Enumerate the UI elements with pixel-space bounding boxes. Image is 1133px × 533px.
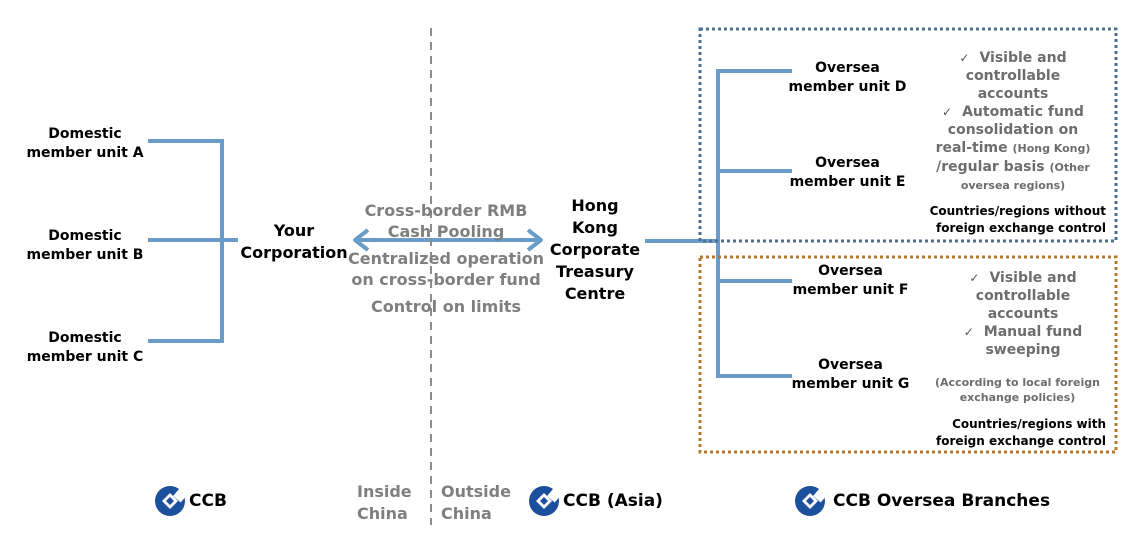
check-icon: ✓ (959, 51, 970, 65)
hk-line3: Corporate (549, 240, 641, 259)
oversea-unit-f-line2: member unit F (792, 282, 909, 298)
domestic-unit-c: Domestic member unit C (20, 329, 150, 367)
feature-text-regular: /regular basis (Other (918, 158, 1108, 177)
region-line2: foreign exchange control (936, 434, 1106, 448)
ccb-oversea-logo-icon (795, 486, 826, 516)
region-line1: Countries/regions with (952, 417, 1106, 431)
fx-control-label: Countries/regions with foreign exchange … (880, 416, 1106, 450)
inside-china-label: Inside China (357, 481, 412, 525)
zone-line1: Outside (441, 482, 511, 501)
zone-line2: China (357, 504, 408, 523)
feature-note: (Hong Kong) (1012, 142, 1091, 155)
feature-auto-consolidation: ✓ Automatic fund (918, 103, 1108, 121)
domestic-unit-a-line1: Domestic (48, 126, 122, 142)
domestic-unit-a: Domestic member unit A (20, 125, 150, 163)
note-line2: exchange policies) (959, 391, 1076, 404)
feature-text: accounts (987, 306, 1059, 322)
feature-text: Manual fund (983, 324, 1083, 340)
feature-text: consolidation on (947, 122, 1079, 138)
feature-text: real-time (935, 140, 1008, 156)
oversea-unit-f-line1: Oversea (818, 263, 883, 279)
region-line2: foreign exchange control (936, 221, 1106, 235)
ccb-asia-logo-icon (529, 486, 560, 516)
feature-text: accounts (977, 86, 1049, 102)
ccb-logo-icon (155, 486, 186, 516)
oversea-unit-f: Oversea member unit F (783, 262, 918, 300)
feature-text: /regular basis (936, 159, 1045, 175)
hk-line5: Centre (564, 284, 626, 303)
feature-visible-accounts: ✓ Visible and (918, 49, 1108, 67)
check-icon: ✓ (942, 105, 953, 119)
feature-text: controllable (975, 288, 1071, 304)
oversea-unit-g: Oversea member unit G (783, 356, 918, 394)
ccb-asia-logo-text: CCB (Asia) (563, 491, 663, 511)
centralized-operation: Centralized operation on cross-border fu… (345, 248, 547, 290)
feature-text-realtime: real-time (Hong Kong) (918, 139, 1108, 158)
oversea-unit-g-line2: member unit G (791, 376, 910, 392)
note-line1: (According to local foreign (935, 376, 1100, 389)
no-fx-control-label: Countries/regions without foreign exchan… (880, 203, 1106, 237)
domestic-unit-c-line2: member unit C (26, 349, 144, 365)
check-icon: ✓ (969, 271, 980, 285)
feature-text: Visible and (989, 270, 1077, 286)
cross-border-line1: Cross-border RMB (364, 201, 528, 220)
oversea-unit-e-line1: Oversea (815, 155, 880, 171)
your-corporation: Your Corporation (238, 220, 350, 264)
hk-corporate-treasury-centre: Hong Kong Corporate Treasury Centre (542, 195, 648, 305)
feature-text: Visible and (979, 50, 1067, 66)
hk-line1: Hong (571, 196, 619, 215)
feature-text: controllable (965, 68, 1061, 84)
centralized-line1: Centralized operation (348, 249, 544, 268)
control-on-limits: Control on limits (371, 297, 521, 316)
hk-line2: Kong (572, 218, 618, 237)
feature-visible-accounts: ✓ Visible and (928, 269, 1118, 287)
fx-control-features: ✓ Visible and controllable accounts ✓ Manu… (928, 269, 1118, 359)
ccb-asia-logo: CCB (Asia) (528, 485, 663, 517)
cross-border-line2: Cash Pooling (387, 222, 505, 241)
zone-line1: Inside (357, 482, 412, 501)
oversea-unit-d-line1: Oversea (815, 60, 880, 76)
oversea-unit-d: Oversea member unit D (780, 59, 915, 97)
feature-note: oversea regions) (960, 179, 1066, 192)
check-icon: ✓ (963, 325, 974, 339)
oversea-unit-e: Oversea member unit E (780, 154, 915, 192)
zone-line2: China (441, 504, 492, 523)
ccb-oversea-logo: CCB Oversea Branches (794, 485, 1050, 517)
domestic-unit-c-line1: Domestic (48, 330, 122, 346)
domestic-unit-b-line2: member unit B (26, 247, 144, 263)
fx-policy-note: (According to local foreign exchange pol… (925, 375, 1110, 405)
feature-text: Automatic fund (962, 104, 1084, 120)
outside-china-label: Outside China (441, 481, 511, 525)
feature-text: sweeping (985, 342, 1061, 358)
ccb-logo-text: CCB (189, 491, 227, 511)
your-corporation-line2: Corporation (240, 243, 348, 262)
your-corporation-line1: Your (273, 221, 315, 240)
oversea-unit-g-line1: Oversea (818, 357, 883, 373)
no-fx-control-features: ✓ Visible and controllable accounts ✓ Auto… (918, 49, 1108, 195)
domestic-unit-b-line1: Domestic (48, 228, 122, 244)
centralized-line2: on cross-border fund (351, 270, 541, 289)
feature-manual-sweeping: ✓ Manual fund (928, 323, 1118, 341)
hk-line4: Treasury (556, 262, 634, 281)
domestic-unit-b: Domestic member unit B (20, 227, 150, 265)
domestic-unit-a-line2: member unit A (26, 145, 144, 161)
oversea-unit-e-line2: member unit E (789, 174, 906, 190)
oversea-unit-d-line2: member unit D (788, 79, 907, 95)
ccb-oversea-logo-text: CCB Oversea Branches (833, 491, 1051, 511)
cross-border-cash-pooling: Cross-border RMB Cash Pooling (345, 200, 547, 242)
feature-note: (Other (1049, 161, 1090, 174)
region-line1: Countries/regions without (929, 204, 1106, 218)
ccb-logo: CCB (154, 485, 227, 517)
